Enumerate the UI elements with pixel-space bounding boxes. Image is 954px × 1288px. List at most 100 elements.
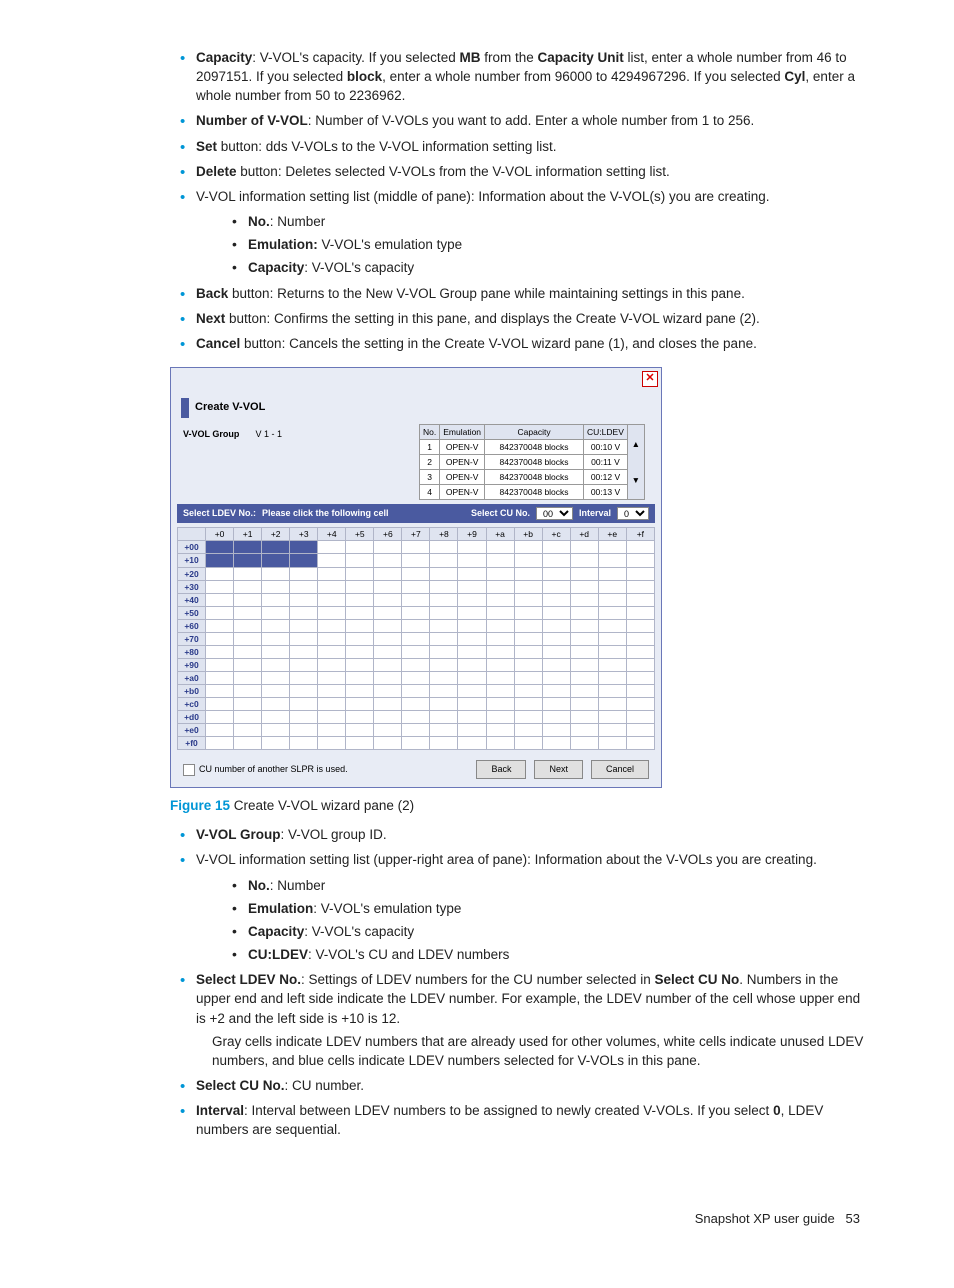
grid-cell[interactable]: [514, 672, 542, 685]
grid-cell[interactable]: [626, 698, 654, 711]
grid-cell[interactable]: [346, 619, 374, 632]
grid-cell[interactable]: [458, 658, 486, 671]
grid-cell[interactable]: [402, 567, 430, 580]
grid-cell[interactable]: [346, 645, 374, 658]
grid-cell[interactable]: [318, 619, 346, 632]
grid-cell[interactable]: [374, 724, 402, 737]
grid-cell[interactable]: [262, 593, 290, 606]
grid-cell[interactable]: [514, 580, 542, 593]
grid-cell[interactable]: [206, 645, 234, 658]
grid-cell[interactable]: [598, 724, 626, 737]
grid-cell[interactable]: [346, 541, 374, 554]
grid-cell[interactable]: [374, 685, 402, 698]
grid-cell[interactable]: [514, 658, 542, 671]
grid-cell[interactable]: [206, 724, 234, 737]
grid-cell[interactable]: [402, 645, 430, 658]
grid-cell[interactable]: [262, 619, 290, 632]
grid-cell[interactable]: [206, 685, 234, 698]
grid-cell[interactable]: [234, 632, 262, 645]
grid-cell[interactable]: [318, 685, 346, 698]
grid-cell[interactable]: [374, 567, 402, 580]
grid-cell[interactable]: [626, 685, 654, 698]
grid-cell[interactable]: [234, 619, 262, 632]
grid-cell[interactable]: [458, 645, 486, 658]
grid-cell[interactable]: [458, 632, 486, 645]
grid-cell[interactable]: [402, 580, 430, 593]
grid-cell[interactable]: [402, 606, 430, 619]
grid-cell[interactable]: [374, 580, 402, 593]
grid-cell[interactable]: [318, 724, 346, 737]
grid-cell[interactable]: [458, 619, 486, 632]
grid-cell[interactable]: [374, 554, 402, 567]
cancel-button[interactable]: Cancel: [591, 760, 649, 779]
grid-cell[interactable]: [486, 685, 514, 698]
grid-cell[interactable]: [206, 672, 234, 685]
grid-cell[interactable]: [514, 724, 542, 737]
grid-cell[interactable]: [458, 580, 486, 593]
grid-cell[interactable]: [570, 658, 598, 671]
grid-cell[interactable]: [234, 645, 262, 658]
grid-cell[interactable]: [234, 554, 262, 567]
grid-cell[interactable]: [486, 606, 514, 619]
grid-cell[interactable]: [206, 567, 234, 580]
grid-cell[interactable]: [514, 698, 542, 711]
grid-cell[interactable]: [542, 567, 570, 580]
interval-select[interactable]: 0: [617, 507, 649, 520]
grid-cell[interactable]: [486, 632, 514, 645]
grid-cell[interactable]: [514, 567, 542, 580]
grid-cell[interactable]: [598, 672, 626, 685]
grid-cell[interactable]: [570, 672, 598, 685]
grid-cell[interactable]: [346, 711, 374, 724]
grid-cell[interactable]: [402, 593, 430, 606]
grid-cell[interactable]: [430, 619, 458, 632]
grid-cell[interactable]: [402, 619, 430, 632]
grid-cell[interactable]: [514, 606, 542, 619]
grid-cell[interactable]: [626, 711, 654, 724]
grid-cell[interactable]: [234, 724, 262, 737]
grid-cell[interactable]: [234, 698, 262, 711]
grid-cell[interactable]: [234, 606, 262, 619]
grid-cell[interactable]: [430, 554, 458, 567]
grid-cell[interactable]: [486, 554, 514, 567]
grid-cell[interactable]: [430, 711, 458, 724]
grid-cell[interactable]: [598, 737, 626, 750]
grid-cell[interactable]: [570, 645, 598, 658]
grid-cell[interactable]: [458, 698, 486, 711]
grid-cell[interactable]: [346, 685, 374, 698]
grid-cell[interactable]: [290, 672, 318, 685]
grid-cell[interactable]: [542, 685, 570, 698]
grid-cell[interactable]: [430, 724, 458, 737]
grid-cell[interactable]: [570, 593, 598, 606]
grid-cell[interactable]: [346, 554, 374, 567]
grid-cell[interactable]: [206, 658, 234, 671]
grid-cell[interactable]: [262, 711, 290, 724]
grid-cell[interactable]: [318, 672, 346, 685]
grid-cell[interactable]: [486, 567, 514, 580]
grid-cell[interactable]: [374, 698, 402, 711]
grid-cell[interactable]: [430, 541, 458, 554]
grid-cell[interactable]: [346, 593, 374, 606]
grid-cell[interactable]: [626, 606, 654, 619]
grid-cell[interactable]: [234, 658, 262, 671]
grid-cell[interactable]: [374, 632, 402, 645]
grid-cell[interactable]: [570, 698, 598, 711]
grid-cell[interactable]: [626, 593, 654, 606]
grid-cell[interactable]: [598, 658, 626, 671]
grid-cell[interactable]: [542, 632, 570, 645]
scrollbar-icon[interactable]: ▲▼: [627, 425, 644, 500]
grid-cell[interactable]: [542, 580, 570, 593]
grid-cell[interactable]: [374, 593, 402, 606]
grid-cell[interactable]: [346, 672, 374, 685]
grid-cell[interactable]: [234, 567, 262, 580]
grid-cell[interactable]: [262, 724, 290, 737]
grid-cell[interactable]: [570, 619, 598, 632]
grid-cell[interactable]: [206, 541, 234, 554]
back-button[interactable]: Back: [476, 760, 526, 779]
grid-cell[interactable]: [598, 619, 626, 632]
grid-cell[interactable]: [486, 711, 514, 724]
grid-cell[interactable]: [542, 554, 570, 567]
grid-cell[interactable]: [458, 724, 486, 737]
grid-cell[interactable]: [262, 554, 290, 567]
grid-cell[interactable]: [262, 737, 290, 750]
grid-cell[interactable]: [570, 541, 598, 554]
